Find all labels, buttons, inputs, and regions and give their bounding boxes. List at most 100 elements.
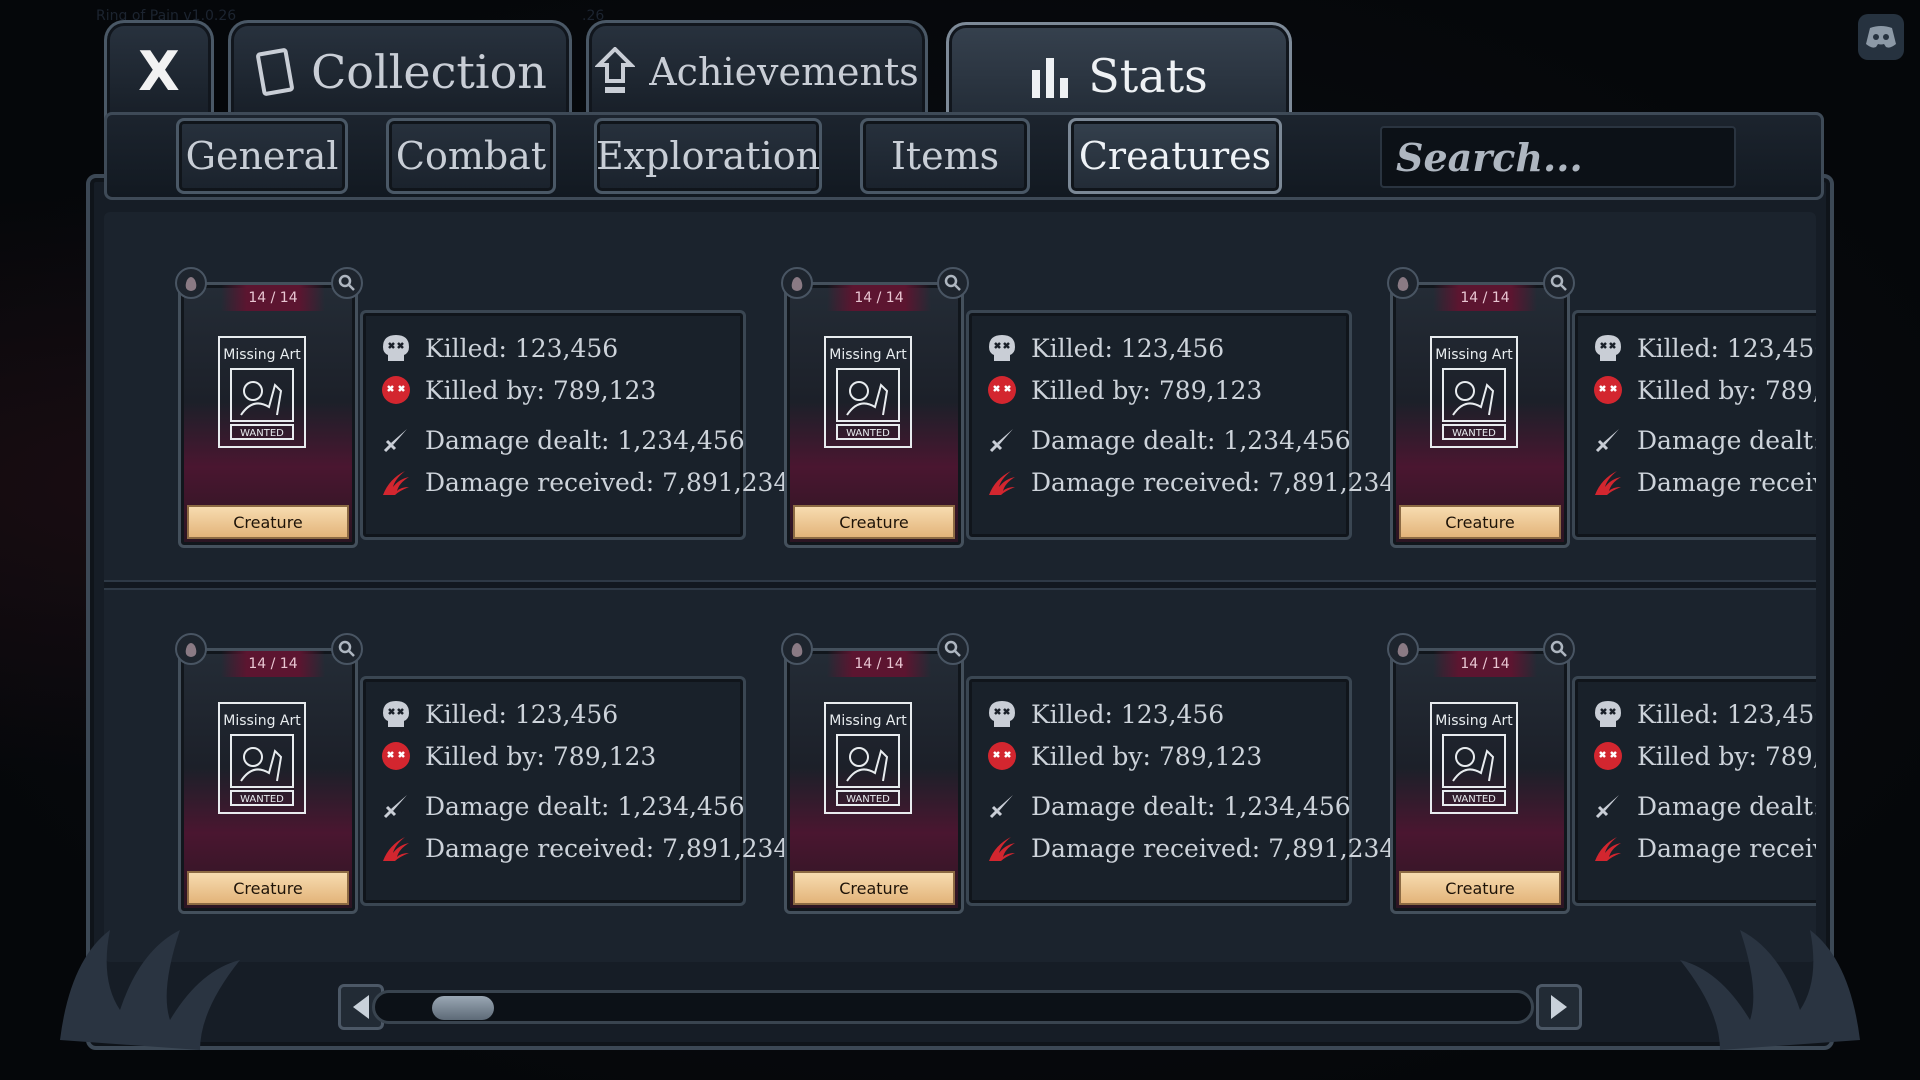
stat-killed: Killed: 123,456 [1593, 333, 1816, 363]
stat-killed: Killed: 123,456 [1593, 699, 1816, 729]
stat-damage-received: Damage received: 7,891,234 [987, 833, 1395, 863]
pouch-icon [791, 643, 803, 657]
inspect-button[interactable] [1543, 633, 1575, 665]
stat-damage-dealt: Damage dealt: 1,234,456 [987, 791, 1351, 821]
inspect-button[interactable] [1543, 267, 1575, 299]
lock-button[interactable] [1387, 633, 1419, 665]
stat-damage-dealt: Damage dealt: 1,234,456 [1593, 425, 1816, 455]
creature-type-ribbon: Creature [187, 505, 349, 539]
lock-button[interactable] [175, 633, 207, 665]
inspect-button[interactable] [937, 633, 969, 665]
creature-card[interactable]: 14 / 14 Missing Art WANTED Creature Kill… [734, 594, 1395, 914]
wanted-text: WANTED [1452, 428, 1496, 439]
sword-icon [1593, 425, 1623, 455]
collection-count: 14 / 14 [1433, 285, 1537, 311]
red-x-icon [381, 375, 411, 405]
tab-general-label: General [185, 134, 339, 178]
stat-killed-by-text: Killed by: 789,123 [425, 741, 657, 771]
claw-decoration-left [60, 930, 240, 1050]
creature-stats-panel: Killed: 123,456 Killed by: 789,123 Damag… [966, 310, 1395, 540]
stat-killed-text: Killed: 123,456 [1031, 699, 1225, 729]
pouch-icon [791, 277, 803, 291]
skull-icon [1593, 333, 1623, 363]
lock-button[interactable] [781, 267, 813, 299]
scroll-right-button[interactable] [1536, 984, 1582, 1030]
inspect-button[interactable] [937, 267, 969, 299]
arrow-right-icon [1551, 995, 1567, 1019]
magnifier-icon [338, 274, 355, 291]
tab-stats[interactable]: Stats [946, 22, 1292, 126]
tab-creatures[interactable]: Creatures [1068, 118, 1282, 194]
pouch-icon [1397, 643, 1409, 657]
creature-type-ribbon: Creature [793, 505, 955, 539]
missing-art-icon: Missing Art WANTED [218, 336, 306, 448]
stat-killed: Killed: 123,456 [987, 333, 1224, 363]
stat-killed-by: Killed by: 789,123 [987, 741, 1262, 771]
stat-killed-by: Killed by: 789,123 [1593, 375, 1816, 405]
tab-general[interactable]: General [176, 118, 348, 194]
creature-card[interactable]: 14 / 14 Missing Art WANTED Creature Kill… [1340, 228, 1816, 548]
stat-damage-received-text: Damage received: 7,891,234 [1637, 467, 1816, 497]
creature-card[interactable]: 14 / 14 Missing Art WANTED Creature Kill… [128, 594, 789, 914]
claw-icon [1593, 467, 1623, 497]
lock-button[interactable] [175, 267, 207, 299]
missing-art-icon: Missing Art WANTED [824, 702, 912, 814]
skull-icon [381, 333, 411, 363]
stat-damage-received-text: Damage received: 7,891,234 [1637, 833, 1816, 863]
lock-button[interactable] [781, 633, 813, 665]
stat-damage-dealt: Damage dealt: 1,234,456 [1593, 791, 1816, 821]
inspect-button[interactable] [331, 267, 363, 299]
close-button[interactable]: X [104, 20, 214, 120]
missing-art-text: Missing Art [1435, 713, 1513, 729]
creature-portrait[interactable]: 14 / 14 Missing Art WANTED Creature [1387, 267, 1575, 548]
stat-killed-by: Killed by: 789,123 [381, 375, 656, 405]
creature-portrait[interactable]: 14 / 14 Missing Art WANTED Creature [175, 633, 363, 914]
pouch-icon [185, 277, 197, 291]
wanted-text: WANTED [240, 428, 284, 439]
creature-portrait[interactable]: 14 / 14 Missing Art WANTED Creature [781, 633, 969, 914]
stat-killed-text: Killed: 123,456 [425, 333, 619, 363]
claw-decoration-right [1680, 930, 1860, 1050]
tab-items[interactable]: Items [860, 118, 1030, 194]
pouch-icon [1397, 277, 1409, 291]
tab-collection[interactable]: Collection [228, 20, 572, 120]
tab-combat[interactable]: Combat [386, 118, 556, 194]
tab-exploration[interactable]: Exploration [594, 118, 822, 194]
search-field[interactable] [1380, 126, 1736, 188]
wanted-text: WANTED [1452, 794, 1496, 805]
horizontal-scrollbar[interactable] [372, 990, 1534, 1024]
missing-art-icon: Missing Art WANTED [218, 702, 306, 814]
lock-button[interactable] [1387, 267, 1419, 299]
stat-killed-text: Killed: 123,456 [425, 699, 619, 729]
creature-grid[interactable]: 14 / 14 Missing Art WANTED Creature Kill… [104, 212, 1816, 962]
missing-art-text: Missing Art [829, 347, 907, 363]
sword-icon [381, 791, 411, 821]
inspect-button[interactable] [331, 633, 363, 665]
creature-portrait[interactable]: 14 / 14 Missing Art WANTED Creature [175, 267, 363, 548]
creature-card[interactable]: 14 / 14 Missing Art WANTED Creature Kill… [734, 228, 1395, 548]
collection-count: 14 / 14 [1433, 651, 1537, 677]
stat-killed-by-text: Killed by: 789,123 [1031, 375, 1263, 405]
tab-achievements[interactable]: Achievements [586, 20, 928, 120]
magnifier-icon [338, 640, 355, 657]
creature-card[interactable]: 14 / 14 Missing Art WANTED Creature Kill… [128, 228, 789, 548]
claw-icon [381, 833, 411, 863]
stat-damage-dealt-text: Damage dealt: 1,234,456 [1637, 791, 1816, 821]
scrollbar-thumb[interactable] [432, 996, 494, 1020]
creature-portrait[interactable]: 14 / 14 Missing Art WANTED Creature [781, 267, 969, 548]
stat-killed-by-text: Killed by: 789,123 [1637, 375, 1816, 405]
sword-icon [987, 791, 1017, 821]
claw-icon [1593, 833, 1623, 863]
red-x-icon [1593, 741, 1623, 771]
discord-button[interactable] [1858, 14, 1904, 60]
creature-type-ribbon: Creature [1399, 871, 1561, 905]
creature-type-ribbon: Creature [1399, 505, 1561, 539]
stat-damage-received: Damage received: 7,891,234 [1593, 833, 1816, 863]
search-input[interactable] [1382, 128, 1734, 186]
red-x-icon [987, 375, 1017, 405]
red-x-icon [381, 741, 411, 771]
claw-icon [381, 467, 411, 497]
creature-card[interactable]: 14 / 14 Missing Art WANTED Creature Kill… [1340, 594, 1816, 914]
creature-portrait[interactable]: 14 / 14 Missing Art WANTED Creature [1387, 633, 1575, 914]
stat-killed-by-text: Killed by: 789,123 [1637, 741, 1816, 771]
